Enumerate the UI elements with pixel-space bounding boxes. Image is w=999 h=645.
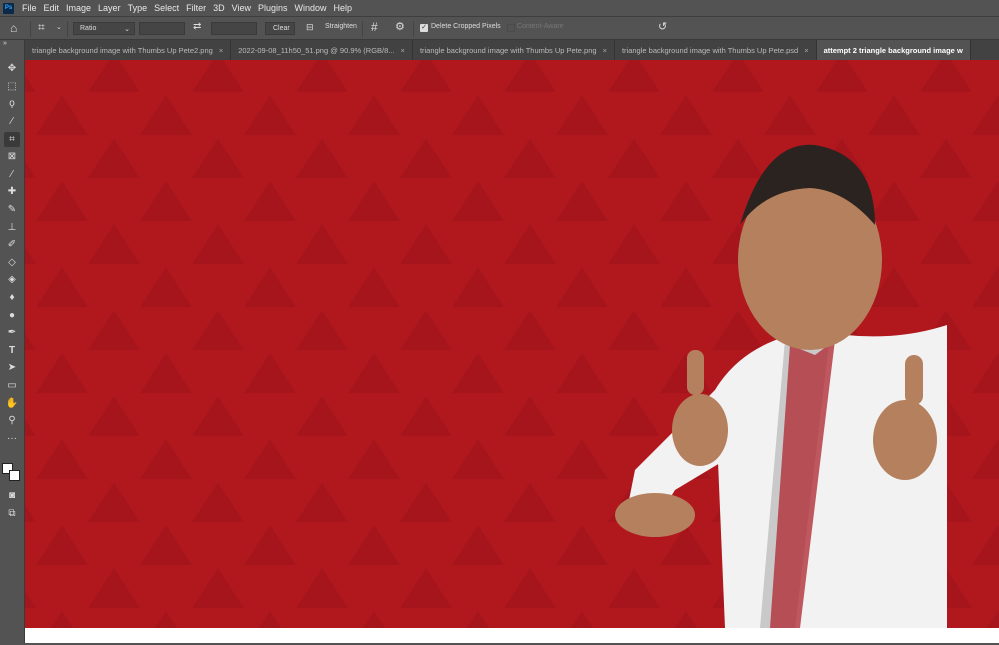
blur-tool-icon[interactable]: ♦ [4,290,20,305]
tab-label: attempt 2 triangle background image w [823,45,963,55]
tab-document-3[interactable]: triangle background image with Thumbs Up… [412,40,615,60]
marquee-tool-icon[interactable]: ⬚ [4,79,20,94]
chevron-down-icon: ⌄ [124,25,130,33]
menu-plugins[interactable]: Plugins [258,3,288,13]
frame-tool-icon[interactable]: ⊠ [4,149,20,164]
path-select-tool-icon[interactable]: ➤ [4,360,20,375]
pen-tool-icon[interactable]: ✒ [4,325,20,340]
screen-mode-icon[interactable]: ⧉ [4,506,20,521]
close-icon[interactable]: × [603,46,607,55]
divider [30,21,31,37]
menu-type[interactable]: Type [128,3,148,13]
tab-label: triangle background image with Thumbs Up… [419,45,597,55]
paint-bucket-tool-icon[interactable]: ◈ [4,272,20,287]
menu-view[interactable]: View [232,3,251,13]
close-icon[interactable]: × [804,46,808,55]
content-aware-label: Content-Aware [517,23,564,30]
swap-icon[interactable]: ⇄ [193,21,201,32]
close-icon[interactable]: × [219,46,223,55]
menu-3d[interactable]: 3D [213,3,225,13]
menu-window[interactable]: Window [295,3,327,13]
document-tabs: triangle background image with Thumbs Up… [25,40,999,60]
more-tools-icon[interactable]: ··· [4,431,20,446]
menu-filter[interactable]: Filter [186,3,206,13]
menu-select[interactable]: Select [154,3,179,13]
background-color-swatch[interactable] [9,470,20,481]
menu-layer[interactable]: Layer [98,3,121,13]
tab-document-2[interactable]: 2022-09-08_11h50_51.png @ 90.9% (RGB/8..… [231,40,413,60]
history-brush-tool-icon[interactable]: ✐ [4,237,20,252]
width-input[interactable] [139,22,185,35]
home-icon[interactable]: ⌂ [10,21,17,35]
move-tool-icon[interactable]: ✥ [4,61,20,76]
chevron-down-icon[interactable]: ⌄ [56,23,62,31]
menu-help[interactable]: Help [334,3,353,13]
straighten-icon[interactable]: ⊟ [306,22,314,33]
tab-label: triangle background image with Thumbs Up… [621,45,799,55]
quick-mask-icon[interactable]: ◙ [4,488,20,503]
type-tool-icon[interactable]: T [4,343,20,358]
tab-label: 2022-09-08_11h50_51.png @ 90.9% (RGB/8..… [238,45,395,55]
delete-cropped-checkbox[interactable]: ✓ [420,24,428,32]
document-canvas[interactable] [25,60,999,643]
menu-file[interactable]: File [22,3,37,13]
close-icon[interactable]: × [401,46,405,55]
photoshop-logo-icon: Ps [3,2,14,14]
hand-tool-icon[interactable]: ✋ [4,396,20,411]
menu-bar: Ps File Edit Image Layer Type Select Fil… [0,0,999,16]
tab-document-1[interactable]: triangle background image with Thumbs Up… [25,40,232,60]
eyedropper-tool-icon[interactable]: ⁄ [4,167,20,182]
gear-icon[interactable]: ⚙ [395,20,405,33]
dodge-tool-icon[interactable]: ● [4,308,20,323]
grid-overlay-icon[interactable]: # [371,20,378,34]
divider [362,21,363,37]
ratio-select[interactable]: Ratio ⌄ [73,22,135,35]
tools-panel: » ✥ ⬚ ϙ ⁄ ⌗ ⊠ ⁄ ✚ ✎ ⊥ ✐ ◇ ◈ ♦ ● ✒ T ➤ ▭ … [0,40,25,643]
content-aware-checkbox[interactable] [507,24,515,32]
straighten-button[interactable]: Straighten [325,23,357,30]
crop-tool-preset-icon[interactable]: ⌗ [38,20,45,35]
delete-cropped-label: Delete Cropped Pixels [431,23,501,30]
menu-edit[interactable]: Edit [44,3,60,13]
rectangle-tool-icon[interactable]: ▭ [4,378,20,393]
menu-image[interactable]: Image [66,3,91,13]
eraser-tool-icon[interactable]: ◇ [4,255,20,270]
zoom-tool-icon[interactable]: ⚲ [4,413,20,428]
divider [67,21,68,37]
magic-wand-tool-icon[interactable]: ⁄ [4,114,20,129]
crop-tool-icon[interactable]: ⌗ [4,132,20,147]
height-input[interactable] [211,22,257,35]
divider [413,21,414,37]
tab-label: triangle background image with Thumbs Up… [32,45,213,55]
tab-document-4[interactable]: triangle background image with Thumbs Up… [614,40,817,60]
stamp-tool-icon[interactable]: ⊥ [4,220,20,235]
lasso-tool-icon[interactable]: ϙ [4,96,20,111]
ratio-label: Ratio [80,25,97,32]
tab-document-active[interactable]: attempt 2 triangle background image w [816,40,971,60]
brush-tool-icon[interactable]: ✎ [4,202,20,217]
canvas-image [25,60,999,628]
clear-button[interactable]: Clear [265,22,295,35]
collapse-icon[interactable]: » [3,40,7,47]
options-bar: ⌂ ⌗ ⌄ Ratio ⌄ ⇄ Clear ⊟ Straighten # ⚙ ✓ … [0,16,999,40]
reset-icon[interactable]: ↺ [658,20,667,33]
healing-tool-icon[interactable]: ✚ [4,184,20,199]
